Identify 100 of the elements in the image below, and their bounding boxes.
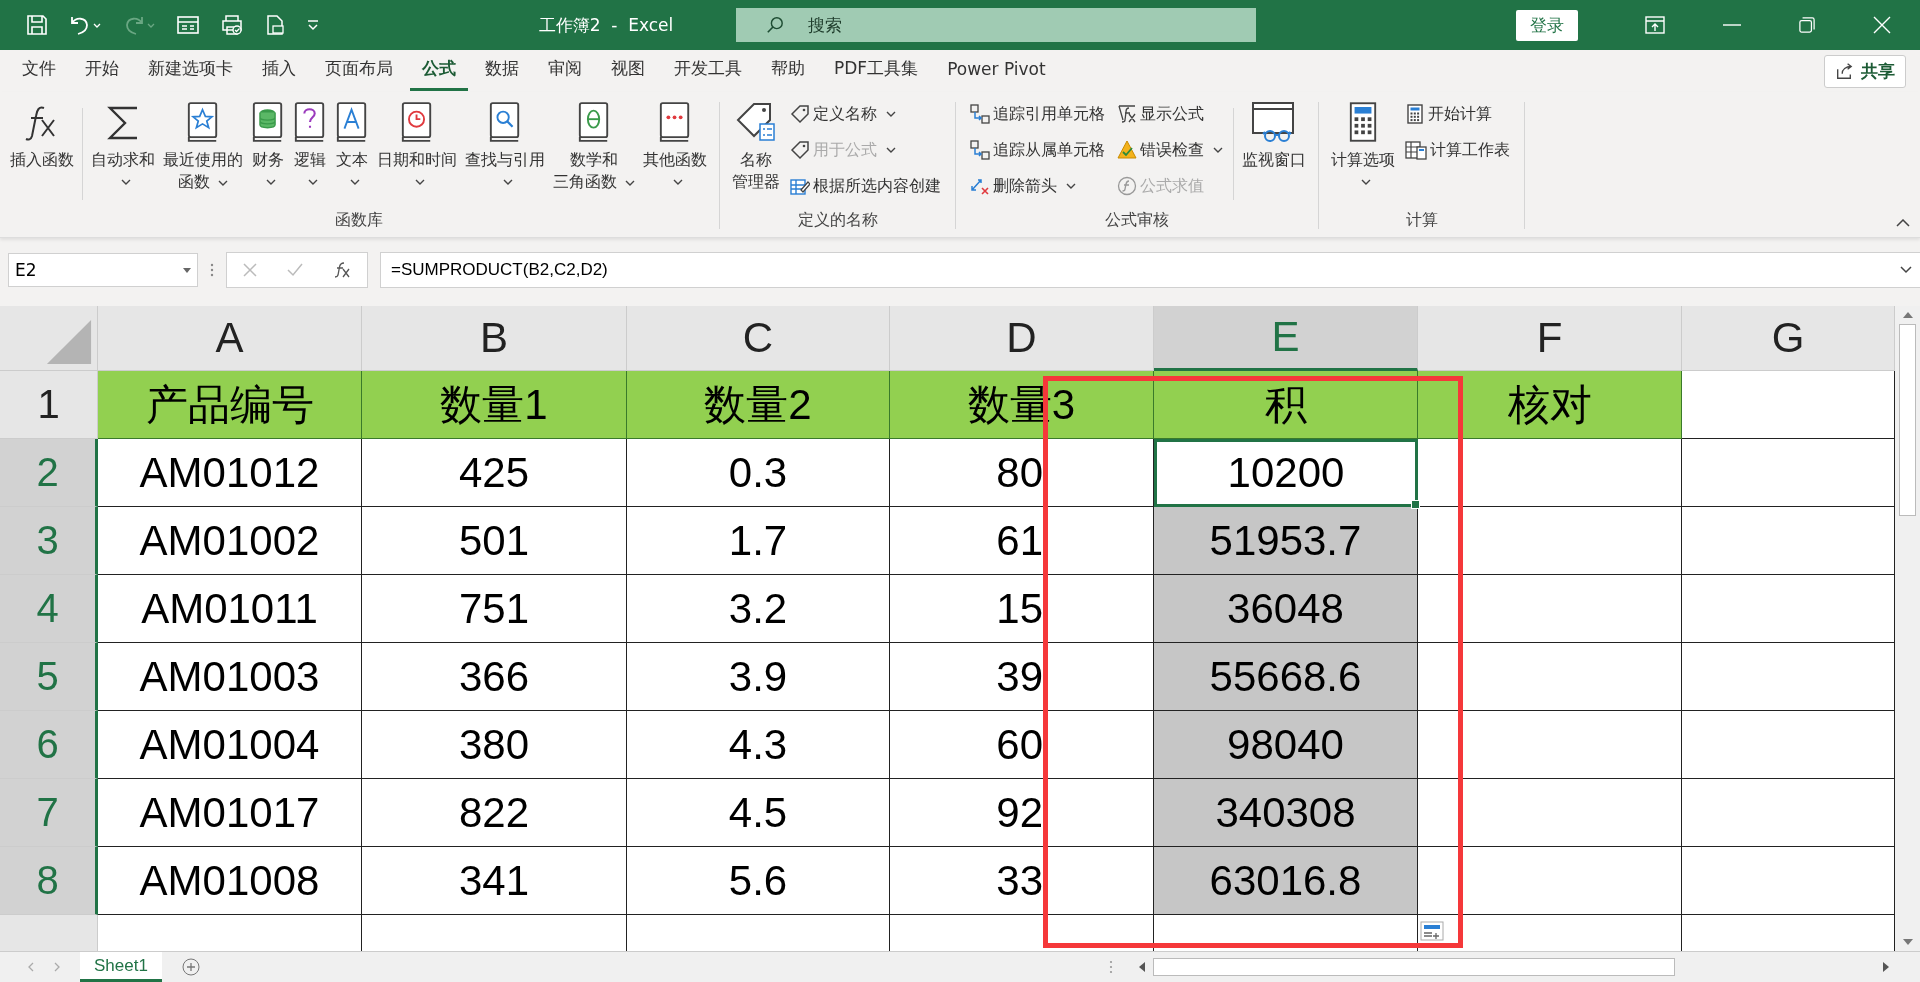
fill-handle[interactable] (1411, 500, 1420, 509)
column-header[interactable]: C (627, 306, 890, 371)
question-book-icon (293, 101, 327, 143)
form-icon[interactable] (176, 14, 200, 36)
name-box[interactable]: E2 (8, 253, 198, 287)
table-cell: 0.3 (627, 439, 890, 507)
menu-tab[interactable]: 插入 (250, 51, 308, 91)
ribbon-display-icon[interactable] (1645, 16, 1665, 34)
collapse-ribbon-icon[interactable] (1896, 219, 1910, 227)
sign-in-button[interactable]: 登录 (1516, 9, 1578, 41)
ribbon-button[interactable]: 定义名称 (786, 98, 945, 130)
scroll-thumb[interactable] (1899, 324, 1916, 516)
ribbon-button[interactable]: 删除箭头 (966, 170, 1109, 202)
column-header[interactable]: A (98, 306, 362, 371)
calculate-sheet-icon (1405, 140, 1427, 160)
ribbon-button[interactable]: 追踪从属单元格 (966, 134, 1109, 166)
menu-tab[interactable]: 帮助 (759, 51, 817, 91)
show-formulas-icon (1117, 104, 1137, 124)
column-header[interactable]: D (890, 306, 1154, 371)
add-sheet-icon[interactable] (181, 958, 200, 976)
menu-tab[interactable]: Power Pivot (935, 52, 1058, 90)
row-header[interactable]: 7 (0, 779, 98, 847)
ribbon-button[interactable]: 计算选项 (1327, 98, 1399, 194)
quick-analysis-icon[interactable] (1420, 921, 1444, 941)
ribbon-button[interactable]: 错误检查 (1113, 134, 1227, 166)
menu-tab[interactable]: 文件 (10, 51, 68, 91)
theta-book-icon (577, 101, 611, 143)
share-label: 共享 (1861, 59, 1895, 83)
calculator-icon (1348, 100, 1378, 144)
ribbon-button[interactable]: 财务 (247, 98, 289, 194)
menu-tab[interactable]: PDF工具集 (822, 51, 931, 91)
ribbon-button[interactable]: 文本 (331, 98, 373, 194)
table-cell: 55668.6 (1154, 643, 1418, 711)
table-cell: 63016.8 (1154, 847, 1418, 915)
table-cell: 产品编号 (98, 371, 362, 439)
ribbon-button[interactable]: 逻辑 (289, 98, 331, 194)
remove-arrows-icon (970, 176, 990, 196)
ribbon-button[interactable]: 查找与引用 (461, 98, 549, 194)
table-cell: 36048 (1154, 575, 1418, 643)
save-icon[interactable] (26, 14, 48, 36)
drag-handle-icon[interactable] (1109, 960, 1113, 974)
undo-icon[interactable] (68, 14, 102, 36)
row-header[interactable]: 4 (0, 575, 98, 643)
scroll-up-icon[interactable] (1902, 312, 1913, 318)
close-icon[interactable] (1873, 16, 1891, 34)
ribbon-button[interactable]: 计算工作表 (1401, 134, 1514, 166)
document-icon[interactable] (264, 14, 286, 36)
scroll-thumb[interactable] (1153, 958, 1675, 976)
ribbon-button[interactable]: 监视窗口 (1238, 98, 1310, 173)
menu-tab[interactable]: 新建选项卡 (136, 51, 245, 91)
ribbon-button[interactable]: 名称 管理器 (728, 98, 784, 195)
row-header[interactable]: 3 (0, 507, 98, 575)
row-header[interactable]: 5 (0, 643, 98, 711)
column-header[interactable]: E (1154, 306, 1418, 371)
table-cell: 425 (362, 439, 627, 507)
menu-tab[interactable]: 开始 (73, 51, 131, 91)
customize-toolbar-icon[interactable] (306, 19, 320, 31)
table-cell: 822 (362, 779, 627, 847)
row-header[interactable]: 1 (0, 371, 98, 439)
trace-arrow-icon (970, 140, 990, 160)
ribbon-button[interactable]: 其他函数 (639, 98, 711, 194)
row-header[interactable]: 6 (0, 711, 98, 779)
column-header[interactable]: F (1418, 306, 1682, 371)
corner-triangle-icon (45, 318, 93, 366)
scroll-left-icon[interactable] (1139, 962, 1145, 972)
menu-tab[interactable]: 视图 (599, 51, 657, 91)
formula-field[interactable]: =SUMPRODUCT(B2,C2,D2) (380, 252, 1920, 288)
menu-tab[interactable]: 页面布局 (313, 51, 405, 91)
ribbon-button[interactable]: 显示公式 (1113, 98, 1227, 130)
table-cell: AM01004 (98, 711, 362, 779)
menu-tab[interactable]: 公式 (410, 51, 468, 91)
ribbon-button[interactable]: 自动求和 (87, 98, 159, 194)
ribbon-button[interactable]: 日期和时间 (373, 98, 461, 194)
menu-tab[interactable]: 数据 (473, 51, 531, 91)
scroll-right-icon[interactable] (1883, 962, 1889, 972)
scroll-down-icon[interactable] (1902, 939, 1913, 945)
table-cell: 341 (362, 847, 627, 915)
restore-icon[interactable] (1799, 17, 1815, 33)
search-field[interactable]: 搜索 (736, 8, 1256, 42)
ribbon-button[interactable]: 插入函数 (6, 98, 78, 173)
menu-tab[interactable]: 开发工具 (662, 51, 754, 91)
vertical-scrollbar[interactable] (1895, 306, 1920, 951)
sheet-tab[interactable]: Sheet1 (80, 952, 162, 982)
share-button[interactable]: 共享 (1824, 54, 1906, 88)
table-cell: 1.7 (627, 507, 890, 575)
drag-handle-icon[interactable] (210, 263, 214, 277)
table-cell: 501 (362, 507, 627, 575)
column-header[interactable]: B (362, 306, 627, 371)
ribbon-button[interactable]: 追踪引用单元格 (966, 98, 1109, 130)
menu-tab[interactable]: 审阅 (536, 51, 594, 91)
print-preview-icon[interactable] (220, 14, 244, 36)
ribbon-button[interactable]: 最近使用的 函数 (159, 98, 247, 195)
column-header[interactable]: G (1682, 306, 1895, 371)
insert-function-icon[interactable] (333, 261, 351, 279)
ribbon-button[interactable]: 开始计算 (1401, 98, 1514, 130)
ribbon-button[interactable]: 数学和 三角函数 (549, 98, 639, 195)
ribbon-button[interactable]: 根据所选内容创建 (786, 170, 945, 202)
row-header[interactable]: 8 (0, 847, 98, 915)
row-header[interactable]: 2 (0, 439, 98, 507)
expand-formula-bar-icon[interactable] (1900, 266, 1912, 274)
